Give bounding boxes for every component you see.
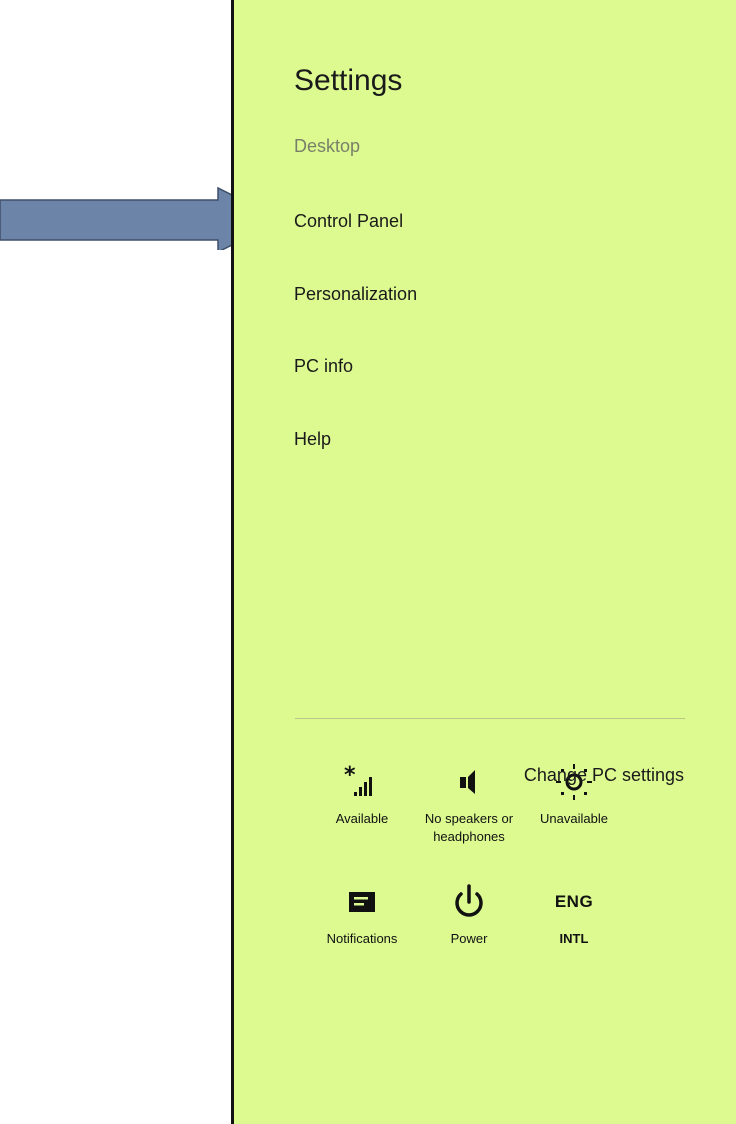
notifications-tile[interactable]: Notifications <box>307 880 417 948</box>
network-tile[interactable]: * Available <box>307 760 417 828</box>
network-label: Available <box>335 811 389 826</box>
keyboard-language-indicator: ENG <box>519 880 629 924</box>
brightness-label: Unavailable <box>540 811 608 826</box>
page-title: Settings <box>294 64 403 97</box>
notifications-icon <box>307 880 417 924</box>
svg-text:*: * <box>344 763 356 788</box>
notifications-label: Notifications <box>326 931 398 946</box>
divider <box>295 718 685 719</box>
keyboard-language-tile[interactable]: ENG INTL <box>519 880 629 948</box>
language-code: ENG <box>554 892 594 911</box>
volume-label: No speakers or headphones <box>424 811 514 844</box>
volume-tile[interactable]: No speakers or headphones <box>414 760 524 846</box>
power-tile[interactable]: Power <box>414 880 524 948</box>
volume-icon <box>414 760 524 804</box>
settings-charm-panel: Settings Desktop Control Panel Personali… <box>231 0 736 1124</box>
menu-item-help[interactable]: Help <box>294 429 331 450</box>
change-pc-settings-link[interactable]: Change PC settings <box>524 765 684 786</box>
power-icon <box>414 880 524 924</box>
network-signal-icon: * <box>307 760 417 804</box>
menu-item-personalization[interactable]: Personalization <box>294 284 417 305</box>
menu-item-pc-info[interactable]: PC info <box>294 356 353 377</box>
menu-item-control-panel[interactable]: Control Panel <box>294 211 403 232</box>
language-label: INTL <box>559 931 589 946</box>
power-label: Power <box>450 931 488 946</box>
menu-item-desktop[interactable]: Desktop <box>294 136 360 157</box>
